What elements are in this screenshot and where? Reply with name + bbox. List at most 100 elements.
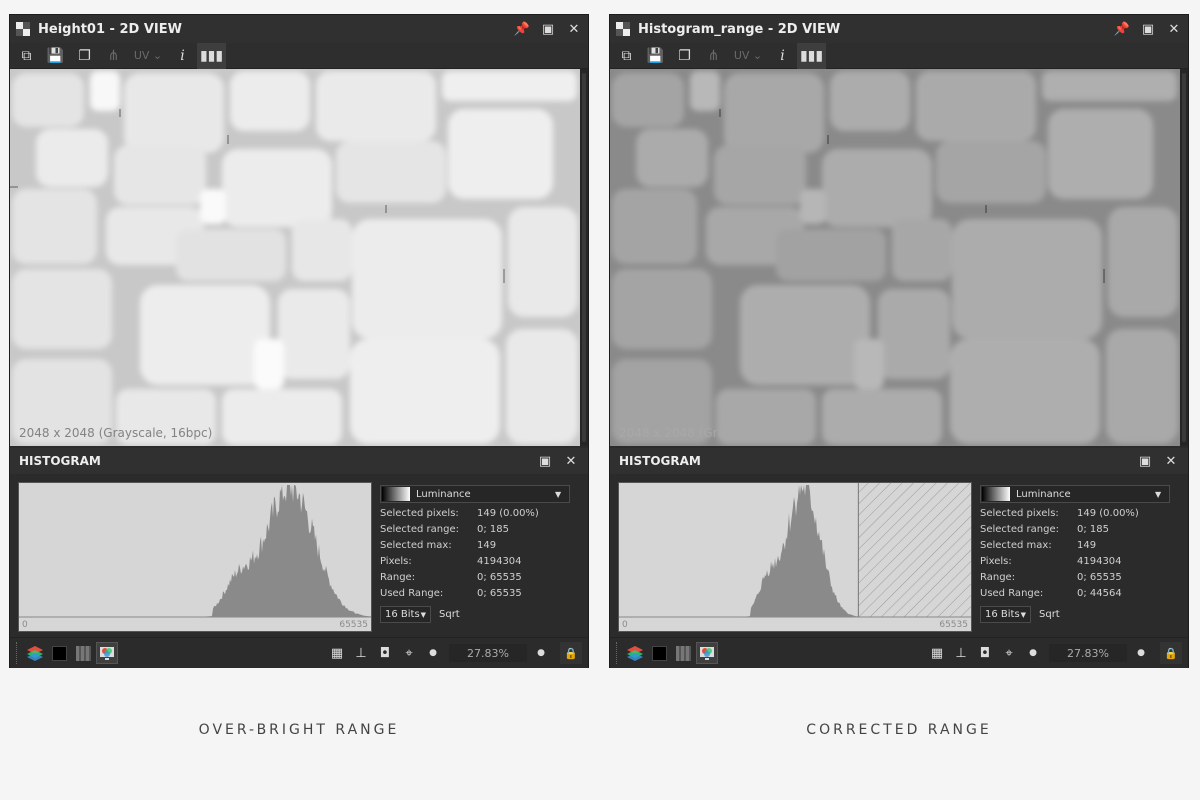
stat-value: 0; 185 [1077,523,1109,535]
histogram-plot[interactable]: 0 65535 [618,482,972,632]
channel-label: Luminance [1016,488,1071,500]
grip-handle[interactable] [616,642,618,664]
zoom-out-icon[interactable]: ● [422,642,444,664]
grid-icon[interactable]: ▦ [926,642,948,664]
graph-icon[interactable]: ⋔ [699,43,728,69]
dropdown-arrow-icon: ▼ [1155,489,1162,499]
bits-select[interactable]: 16 Bits ▼ [380,606,431,623]
save-icon[interactable]: 💾 [641,43,670,69]
stat-value: 149 [1077,539,1097,551]
stat-row: Pixels: 4194304 [980,553,1170,569]
close-icon[interactable]: ✕ [1166,21,1182,37]
save-icon[interactable]: 💾 [41,43,70,69]
view-panel-right: Histogram_range - 2D VIEW 📌 ▣ ✕ ⧉ 💾 ❐ ⋔ … [609,14,1189,668]
channel-label: Luminance [416,488,471,500]
black-background-button[interactable] [48,642,70,664]
zoom-in-icon[interactable]: ● [1130,642,1152,664]
stat-value: 0; 185 [477,523,509,535]
fit-view-icon[interactable]: ◘ [974,642,996,664]
sqrt-toggle[interactable]: Sqrt [1039,609,1060,620]
viewport-scrollbar[interactable] [580,69,588,446]
info-icon[interactable]: i [768,43,797,69]
view-bottombar: ▦ ⊥ ◘ ⌖ ● 27.83% ● 🔒 [610,637,1188,668]
export-icon[interactable]: ⧉ [612,43,641,69]
stat-row: Selected max: 149 [380,537,570,553]
bits-select[interactable]: 16 Bits ▼ [980,606,1031,623]
grip-handle[interactable] [16,642,18,664]
close-icon[interactable]: ✕ [1163,453,1179,469]
histogram-distribution [619,485,859,617]
stat-row: Used Range: 0; 65535 [380,585,570,601]
channel-select[interactable]: Luminance ▼ [380,485,570,503]
stat-label: Selected max: [380,539,452,551]
image-viewport[interactable]: 2048 x 2048 (Grayscale, 16bpc) [610,69,1181,446]
maximize-icon[interactable]: ▣ [540,21,556,37]
copy-icon[interactable]: ❐ [670,43,699,69]
layers-icon[interactable] [624,642,646,664]
center-view-icon[interactable]: ⌖ [398,642,420,664]
image-viewport[interactable]: 2048 x 2048 (Grayscale, 16bpc) [10,69,581,446]
stat-label: Used Range: [980,587,1044,599]
zoom-in-icon[interactable]: ● [530,642,552,664]
maximize-icon[interactable]: ▣ [537,453,553,469]
maximize-icon[interactable]: ▣ [1137,453,1153,469]
pin-icon[interactable]: 📌 [514,21,530,37]
histogram-toggle-icon[interactable]: ▮▮▮ [797,42,826,69]
channel-select[interactable]: Luminance ▼ [980,485,1170,503]
close-icon[interactable]: ✕ [566,21,582,37]
histogram-header: HISTOGRAM ▣ ✕ [10,448,588,474]
copy-icon[interactable]: ❐ [70,43,99,69]
stat-row: Used Range: 0; 44564 [980,585,1170,601]
maximize-icon[interactable]: ▣ [1140,21,1156,37]
view-toolbar: ⧉ 💾 ❐ ⋔ UV ⌄ i ▮▮▮ [10,42,588,69]
uv-dropdown[interactable]: UV ⌄ [728,43,768,69]
viewport-scrollbar[interactable] [1180,69,1188,446]
lock-icon[interactable]: 🔒 [560,642,582,664]
gray-background-button[interactable] [672,642,694,664]
zoom-level-field[interactable]: 27.83% [449,644,527,662]
stat-value: 4194304 [1077,555,1122,567]
heightmap-image [610,69,1181,446]
color-display-icon[interactable] [696,642,718,664]
gray-background-button[interactable] [72,642,94,664]
stat-row: Range: 0; 65535 [380,569,570,585]
histogram-toggle-icon[interactable]: ▮▮▮ [197,42,226,69]
zoom-out-icon[interactable]: ● [1022,642,1044,664]
center-view-icon[interactable]: ⌖ [998,642,1020,664]
stat-label: Pixels: [380,555,412,567]
uv-dropdown[interactable]: UV ⌄ [128,43,168,69]
pixel-ruler-icon[interactable]: ⊥ [950,642,972,664]
stat-value: 0; 44564 [1077,587,1122,599]
graph-icon[interactable]: ⋔ [99,43,128,69]
stat-row: Selected range: 0; 185 [980,521,1170,537]
window-titlebar: Height01 - 2D VIEW 📌 ▣ ✕ [10,15,588,43]
zoom-level-field[interactable]: 27.83% [1049,644,1127,662]
lock-icon[interactable]: 🔒 [1160,642,1182,664]
window-icon [16,22,30,36]
stat-value: 0; 65535 [477,587,522,599]
close-icon[interactable]: ✕ [563,453,579,469]
pin-icon[interactable]: 📌 [1114,21,1130,37]
stat-label: Range: [980,571,1016,583]
stat-label: Used Range: [380,587,444,599]
histogram-title: HISTOGRAM [19,454,101,468]
color-display-icon[interactable] [96,642,118,664]
stat-label: Selected range: [980,523,1059,535]
dropdown-arrow-icon: ▼ [555,489,562,499]
grid-icon[interactable]: ▦ [326,642,348,664]
black-background-button[interactable] [648,642,670,664]
sqrt-toggle[interactable]: Sqrt [439,609,460,620]
fit-view-icon[interactable]: ◘ [374,642,396,664]
histogram-plot[interactable]: 0 65535 [18,482,372,632]
stat-label: Range: [380,571,416,583]
window-title: Histogram_range - 2D VIEW [638,21,841,37]
export-icon[interactable]: ⧉ [12,43,41,69]
window-icon [616,22,630,36]
histogram-stats: Luminance ▼ Selected pixels: 149 (0.00%) … [380,485,570,623]
dropdown-arrow-icon: ▼ [420,610,426,619]
stat-value: 0; 65535 [1077,571,1122,583]
pixel-ruler-icon[interactable]: ⊥ [350,642,372,664]
info-icon[interactable]: i [168,43,197,69]
layers-icon[interactable] [24,642,46,664]
dropdown-arrow-icon: ▼ [1020,610,1026,619]
